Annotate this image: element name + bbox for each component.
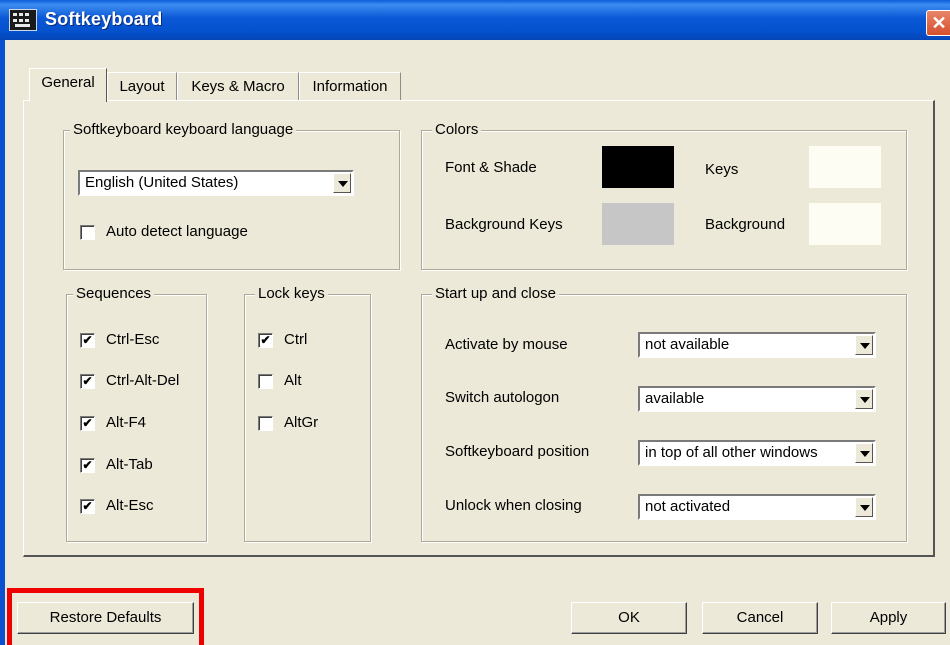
unlock-when-closing-select[interactable]: not activated <box>638 494 876 520</box>
language-select-value: English (United States) <box>85 174 239 191</box>
alt-esc-label: Alt-Esc <box>106 497 154 514</box>
font-shade-swatch[interactable] <box>602 146 674 188</box>
altgr-lock-checkbox[interactable] <box>258 416 273 431</box>
softkeyboard-position-label: Softkeyboard position <box>445 443 590 460</box>
alt-tab-checkbox[interactable]: ✔ <box>80 458 95 473</box>
ok-button[interactable]: OK <box>571 602 687 634</box>
ctrl-lock-checkbox[interactable]: ✔ <box>258 333 273 348</box>
activate-by-mouse-select[interactable]: not available <box>638 332 876 358</box>
language-select[interactable]: English (United States) <box>78 170 354 196</box>
activate-by-mouse-label: Activate by mouse <box>445 336 568 353</box>
alt-lock-checkbox[interactable] <box>258 374 273 389</box>
chevron-down-icon[interactable] <box>333 173 351 193</box>
auto-detect-checkbox[interactable] <box>80 225 95 240</box>
apply-button[interactable]: Apply <box>831 602 946 634</box>
window-frame-left <box>0 40 5 645</box>
startup-group-legend: Start up and close <box>432 285 559 303</box>
alt-f4-checkbox[interactable]: ✔ <box>80 416 95 431</box>
sequences-group-legend: Sequences <box>73 285 155 303</box>
language-group-legend: Softkeyboard keyboard language <box>70 121 297 139</box>
background-keys-label: Background Keys <box>445 216 563 233</box>
colors-group-legend: Colors <box>432 121 482 139</box>
cancel-button[interactable]: Cancel <box>702 602 818 634</box>
background-keys-swatch[interactable] <box>602 203 674 245</box>
ctrl-alt-del-label: Ctrl-Alt-Del <box>106 372 180 389</box>
switch-autologon-select[interactable]: available <box>638 386 876 412</box>
keyboard-icon <box>9 9 37 31</box>
chevron-down-icon[interactable] <box>855 389 873 409</box>
ctrl-esc-checkbox[interactable]: ✔ <box>80 333 95 348</box>
ctrl-esc-label: Ctrl-Esc <box>106 331 160 348</box>
unlock-when-closing-label: Unlock when closing <box>445 497 582 514</box>
background-color-label: Background <box>705 216 786 233</box>
background-color-swatch[interactable] <box>809 203 881 245</box>
chevron-down-icon[interactable] <box>855 443 873 463</box>
tab-general[interactable]: General <box>29 68 107 102</box>
restore-defaults-highlight <box>7 588 204 645</box>
softkeyboard-dialog: Softkeyboard ✕ General Layout Keys & Mac… <box>0 0 950 645</box>
tab-keys-macro[interactable]: Keys & Macro <box>177 72 299 101</box>
alt-lock-label: Alt <box>284 372 302 389</box>
alt-esc-checkbox[interactable]: ✔ <box>80 499 95 514</box>
close-icon: ✕ <box>931 13 947 33</box>
ctrl-lock-label: Ctrl <box>284 331 308 348</box>
tab-layout[interactable]: Layout <box>107 72 177 101</box>
activate-by-mouse-value: not available <box>645 336 730 353</box>
alt-tab-label: Alt-Tab <box>106 456 153 473</box>
alt-f4-label: Alt-F4 <box>106 414 147 431</box>
softkeyboard-position-select[interactable]: in top of all other windows <box>638 440 876 466</box>
unlock-when-closing-value: not activated <box>645 498 731 515</box>
switch-autologon-label: Switch autologon <box>445 389 560 406</box>
close-button[interactable]: ✕ <box>926 10 950 36</box>
switch-autologon-value: available <box>645 390 705 407</box>
font-shade-label: Font & Shade <box>445 159 537 176</box>
chevron-down-icon[interactable] <box>855 497 873 517</box>
language-group: Softkeyboard keyboard language <box>63 121 400 270</box>
chevron-down-icon[interactable] <box>855 335 873 355</box>
auto-detect-label: Auto detect language <box>106 223 248 240</box>
window-title: Softkeyboard <box>45 9 163 29</box>
tab-information[interactable]: Information <box>299 72 401 101</box>
title-bar[interactable]: Softkeyboard ✕ <box>0 0 950 40</box>
lock-keys-group-legend: Lock keys <box>255 285 328 303</box>
keys-color-label: Keys <box>705 161 739 178</box>
softkeyboard-position-value: in top of all other windows <box>645 444 818 461</box>
altgr-lock-label: AltGr <box>284 414 319 431</box>
keys-color-swatch[interactable] <box>809 146 881 188</box>
ctrl-alt-del-checkbox[interactable]: ✔ <box>80 374 95 389</box>
